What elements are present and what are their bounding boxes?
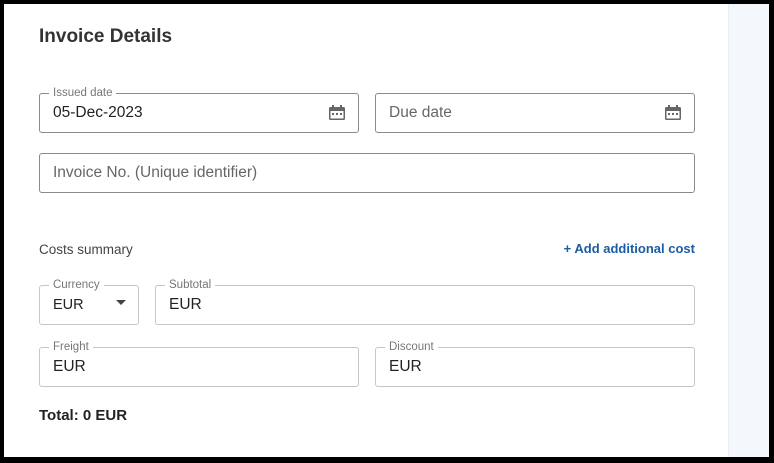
discount-value: EUR xyxy=(389,358,422,375)
freight-value: EUR xyxy=(53,358,86,375)
subtotal-value: EUR xyxy=(169,296,202,313)
due-date-field[interactable]: Due date xyxy=(375,93,695,133)
issued-date-value: 05-Dec-2023 xyxy=(53,104,143,121)
currency-value: EUR xyxy=(53,297,84,313)
currency-select[interactable]: Currency EUR xyxy=(39,278,139,325)
issued-date-field[interactable]: Issued date 05-Dec-2023 xyxy=(39,86,359,133)
costs-summary-heading: Costs summary xyxy=(39,242,133,257)
section-title: Invoice Details xyxy=(39,26,173,47)
calendar-icon[interactable] xyxy=(665,105,681,120)
discount-field[interactable]: Discount EUR xyxy=(375,340,695,387)
invoice-number-input[interactable]: Invoice No. (Unique identifier) xyxy=(39,153,695,193)
due-date-placeholder: Due date xyxy=(389,104,452,121)
add-additional-cost-link[interactable]: + Add additional cost xyxy=(564,241,695,256)
side-panel xyxy=(728,4,769,457)
invoice-number-placeholder: Invoice No. (Unique identifier) xyxy=(53,164,258,181)
freight-field[interactable]: Freight EUR xyxy=(39,340,359,387)
chevron-down-icon xyxy=(116,300,126,305)
calendar-icon[interactable] xyxy=(329,105,345,120)
subtotal-field[interactable]: Subtotal EUR xyxy=(155,278,695,325)
invoice-details-panel: Invoice Details Issued date 05-Dec-2023 … xyxy=(4,4,769,457)
total-amount: Total: 0 EUR xyxy=(39,407,128,424)
